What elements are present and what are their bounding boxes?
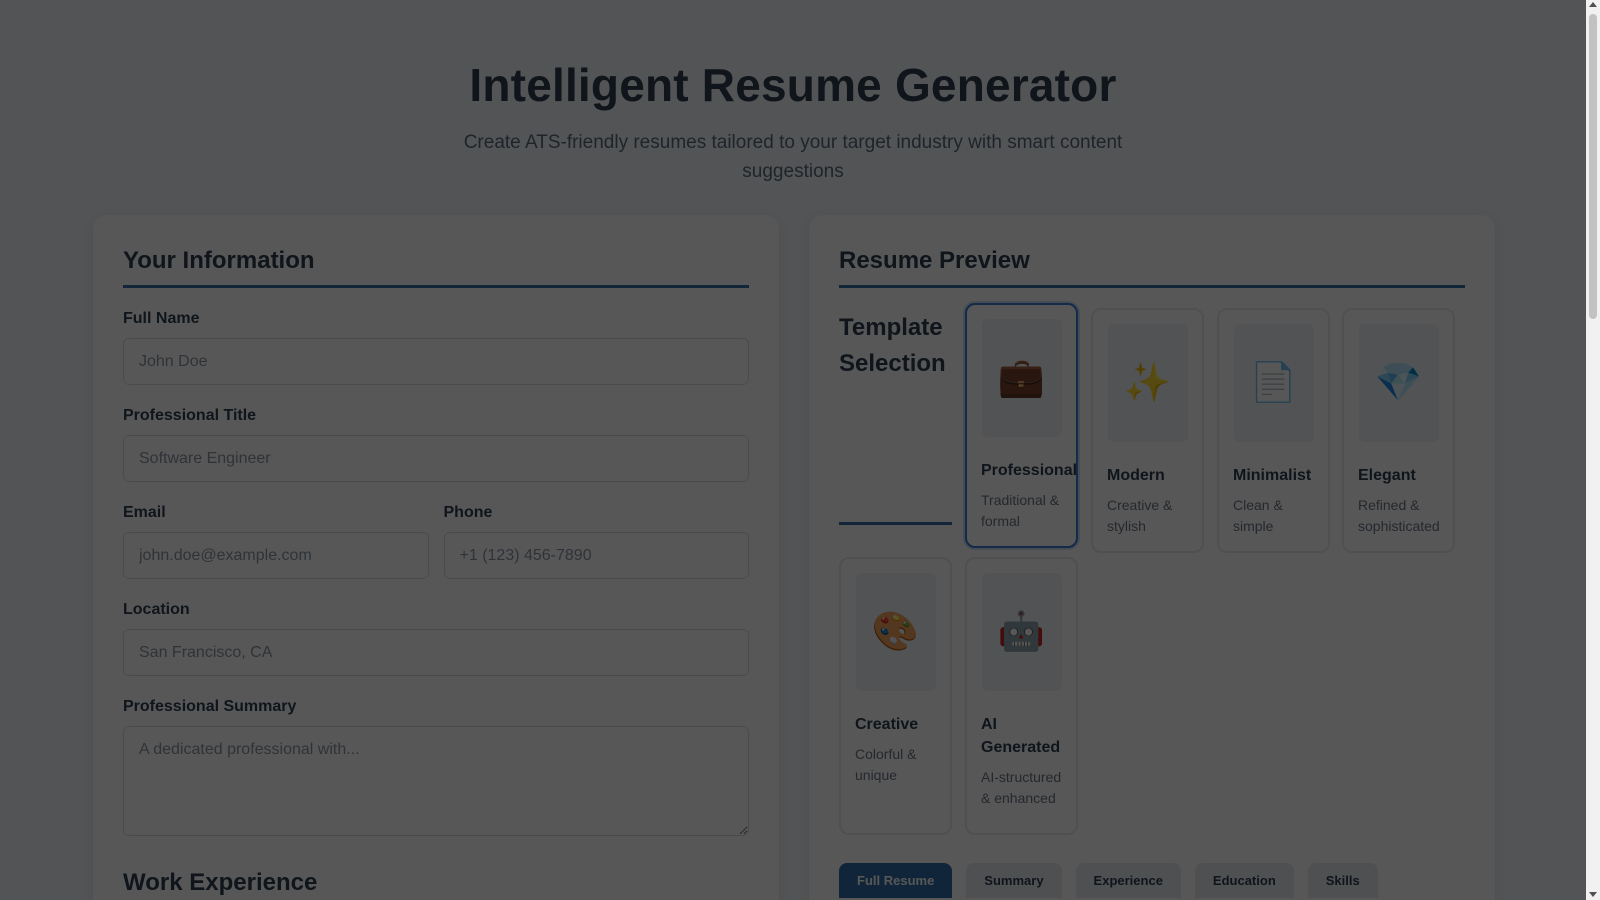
- full-name-label: Full Name: [123, 310, 200, 327]
- page-subtitle: Create ATS-friendly resumes tailored to …: [463, 132, 1123, 182]
- scroll-up-icon[interactable]: [1589, 2, 1597, 7]
- gem-icon: 💎: [1358, 324, 1439, 442]
- page: Intelligent Resume Generator Create ATS-…: [0, 0, 1586, 900]
- palette-icon-glyph: 🎨: [871, 611, 920, 653]
- information-section-title: Your Information: [123, 247, 749, 288]
- template-name: AI Generated: [981, 716, 1061, 756]
- document-icon: 📄: [1233, 324, 1314, 442]
- template-description: Clean & simple: [1233, 497, 1283, 534]
- professional-title-input[interactable]: [123, 435, 749, 482]
- tab-education[interactable]: Education: [1194, 863, 1294, 898]
- template-card-modern[interactable]: ✨ Modern Creative & stylish: [1091, 308, 1204, 553]
- phone-field: Phone: [443, 504, 749, 579]
- professional-title-label: Professional Title: [123, 407, 257, 424]
- work-experience-title: Work Experience: [123, 869, 318, 896]
- phone-input[interactable]: [443, 532, 749, 579]
- template-name: Modern: [1107, 467, 1165, 484]
- page-title: Intelligent Resume Generator: [469, 59, 1117, 111]
- template-name: Minimalist: [1233, 467, 1312, 484]
- tab-experience[interactable]: Experience: [1075, 863, 1181, 898]
- template-card-ai-generated[interactable]: 🤖 AI Generated AI-structured & enhanced: [965, 557, 1078, 835]
- template-name: Professional: [981, 462, 1078, 479]
- template-name: Creative: [855, 716, 919, 733]
- template-description: AI-structured & enhanced: [981, 769, 1062, 806]
- page-scrollbar[interactable]: [1586, 0, 1600, 900]
- template-selection-heading: Template Selection: [839, 310, 952, 525]
- robot-icon-glyph: 🤖: [997, 611, 1046, 653]
- template-description: Traditional & formal: [981, 492, 1060, 529]
- phone-label: Phone: [443, 504, 493, 521]
- full-name-input[interactable]: [123, 338, 749, 385]
- template-card-elegant[interactable]: 💎 Elegant Refined & sophisticated: [1342, 308, 1455, 553]
- page-header: Intelligent Resume Generator Create ATS-…: [0, 0, 1586, 186]
- location-field: Location: [123, 601, 749, 676]
- template-description: Refined & sophisticated: [1358, 497, 1440, 534]
- summary-textarea[interactable]: [123, 726, 749, 836]
- template-card-professional[interactable]: 💼 Professional Traditional & formal: [965, 303, 1078, 548]
- information-panel: Your Information Full Name Professional …: [93, 215, 779, 900]
- template-name: Elegant: [1358, 467, 1416, 484]
- tab-summary[interactable]: Summary: [966, 863, 1062, 898]
- preview-tabs: Full Resume Summary Experience Education…: [839, 863, 1378, 898]
- email-input[interactable]: [123, 532, 429, 579]
- tab-full-resume[interactable]: Full Resume: [839, 863, 953, 898]
- document-icon-glyph: 📄: [1249, 362, 1298, 404]
- professional-title-field: Professional Title: [123, 407, 749, 482]
- preview-panel: Resume Preview Template Selection 💼 Prof…: [809, 215, 1495, 900]
- scroll-down-icon[interactable]: [1589, 892, 1597, 897]
- template-selection: Template Selection 💼 Professional Tradit…: [839, 300, 1465, 860]
- robot-icon: 🤖: [981, 573, 1062, 691]
- sparkles-icon: ✨: [1107, 324, 1188, 442]
- email-field: Email: [123, 504, 429, 579]
- summary-label: Professional Summary: [123, 698, 297, 715]
- template-description: Creative & stylish: [1107, 497, 1173, 534]
- gem-icon-glyph: 💎: [1374, 362, 1423, 404]
- preview-section-title: Resume Preview: [839, 247, 1465, 288]
- full-name-field: Full Name: [123, 310, 749, 385]
- location-input[interactable]: [123, 629, 749, 676]
- tab-skills[interactable]: Skills: [1307, 863, 1378, 898]
- scrollbar-thumb[interactable]: [1589, 14, 1597, 319]
- briefcase-icon: 💼: [981, 319, 1062, 437]
- template-card-minimalist[interactable]: 📄 Minimalist Clean & simple: [1217, 308, 1330, 553]
- contact-row: Email Phone: [123, 482, 749, 579]
- sparkles-icon-glyph: ✨: [1123, 362, 1172, 404]
- template-card-creative[interactable]: 🎨 Creative Colorful & unique: [839, 557, 952, 835]
- template-description: Colorful & unique: [855, 746, 917, 783]
- briefcase-icon-glyph: 💼: [997, 357, 1046, 399]
- palette-icon: 🎨: [855, 573, 936, 691]
- email-label: Email: [123, 504, 166, 521]
- location-label: Location: [123, 601, 190, 618]
- summary-field: Professional Summary: [123, 698, 749, 841]
